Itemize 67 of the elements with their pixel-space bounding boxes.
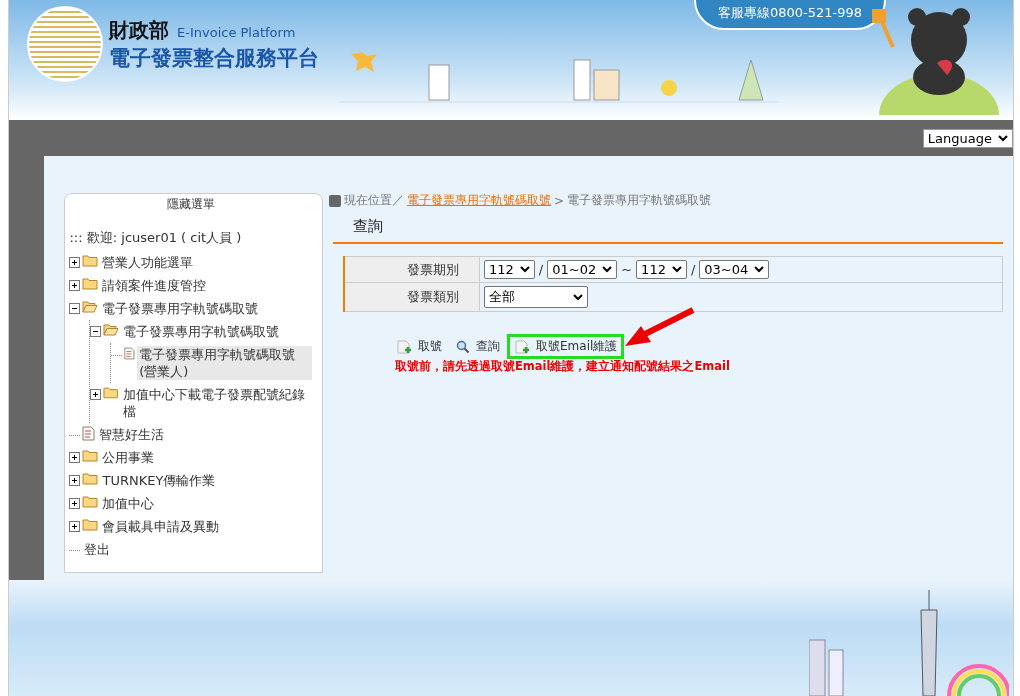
breadcrumb-label: 現在位置／ <box>344 192 404 209</box>
open-folder-icon <box>82 300 99 313</box>
caret-icon <box>754 266 765 273</box>
caret-icon <box>671 266 682 273</box>
separator-text: / <box>538 262 544 277</box>
language-select[interactable]: Language <box>922 128 1013 148</box>
hotline-badge: 客服專線0800-521-998 <box>694 0 887 30</box>
collapse-toggle[interactable] <box>69 303 81 314</box>
caret-icon <box>602 266 613 273</box>
folder-icon <box>82 449 99 462</box>
document-add-icon <box>514 338 530 355</box>
section-title: 查詢 <box>333 209 1003 244</box>
field-label: 發票期別 <box>344 256 480 283</box>
select-field[interactable]: 03~04 <box>699 260 770 279</box>
hide-menu-button[interactable]: 隱藏選單 <box>69 194 312 229</box>
welcome-text: ::: 歡迎: jcuser01 ( cit人員 ) <box>69 229 243 247</box>
menu-item[interactable]: 電子發票專用字軌號碼取號(營業人) <box>137 346 312 380</box>
action-button[interactable]: 查詢 <box>449 334 507 359</box>
menu-item[interactable]: 加值中心 <box>100 495 157 512</box>
menu-item[interactable]: 電子發票專用字軌號碼取號 <box>100 300 261 317</box>
field-label: 發票類別 <box>344 282 480 312</box>
menu-item[interactable]: 公用事業 <box>100 449 157 466</box>
platform-name: E-Invoice Platform <box>177 24 296 40</box>
expand-toggle[interactable] <box>90 389 102 400</box>
menu-item[interactable]: 加值中心下載電子發票配號紀錄檔 <box>120 386 312 420</box>
action-button[interactable]: 取號 <box>389 334 449 359</box>
select-field[interactable]: 全部 <box>484 286 588 308</box>
search-icon <box>456 339 470 354</box>
select-field[interactable]: 01~02 <box>547 260 618 279</box>
document-icon <box>82 426 96 441</box>
caret-icon <box>519 266 530 273</box>
expand-toggle[interactable] <box>69 498 81 509</box>
expand-toggle[interactable] <box>69 521 81 532</box>
menu-item[interactable]: 智慧好生活 <box>97 426 167 443</box>
menu-item[interactable]: 請領案件進度管控 <box>100 277 209 294</box>
folder-icon <box>103 386 119 399</box>
chevron-icon <box>329 194 341 207</box>
expand-toggle[interactable] <box>69 257 81 268</box>
folder-icon <box>82 518 99 531</box>
caret-icon <box>573 293 583 301</box>
caret-icon <box>998 134 1008 142</box>
menu-item[interactable]: 營業人功能選單 <box>100 254 196 271</box>
menu-item[interactable]: TURNKEY傳輸作業 <box>100 472 218 489</box>
folder-icon <box>82 495 99 508</box>
separator-text: / <box>690 262 696 277</box>
platform-title: 電子發票整合服務平台 <box>109 44 319 72</box>
action-button[interactable]: 取號Email維護 <box>507 334 625 359</box>
menu-item[interactable]: 會員載具申請及異動 <box>100 518 222 535</box>
select-field[interactable]: 112 <box>636 260 687 279</box>
select-field[interactable]: 112 <box>484 260 535 279</box>
folder-icon <box>82 277 99 290</box>
expand-toggle[interactable] <box>69 475 81 486</box>
folder-icon <box>82 254 99 267</box>
separator-text: ~ <box>621 262 633 277</box>
agency-name: 財政部 <box>109 16 169 44</box>
collapse-toggle[interactable] <box>90 326 102 337</box>
menu-item[interactable]: 登出 <box>82 541 113 558</box>
expand-toggle[interactable] <box>69 280 81 291</box>
document-icon <box>124 346 136 361</box>
folder-icon <box>82 472 99 485</box>
breadcrumb-current: 電子發票專用字軌號碼取號 <box>567 192 712 209</box>
breadcrumb-separator: > <box>554 193 565 208</box>
notice-text: 取號前，請先透過取號Email維護，建立通知配號結果之Email <box>395 359 731 374</box>
expand-toggle[interactable] <box>69 452 81 463</box>
document-add-icon <box>396 338 412 355</box>
menu-item[interactable]: 電子發票專用字軌號碼取號 <box>121 323 282 340</box>
open-folder-icon <box>103 323 120 336</box>
